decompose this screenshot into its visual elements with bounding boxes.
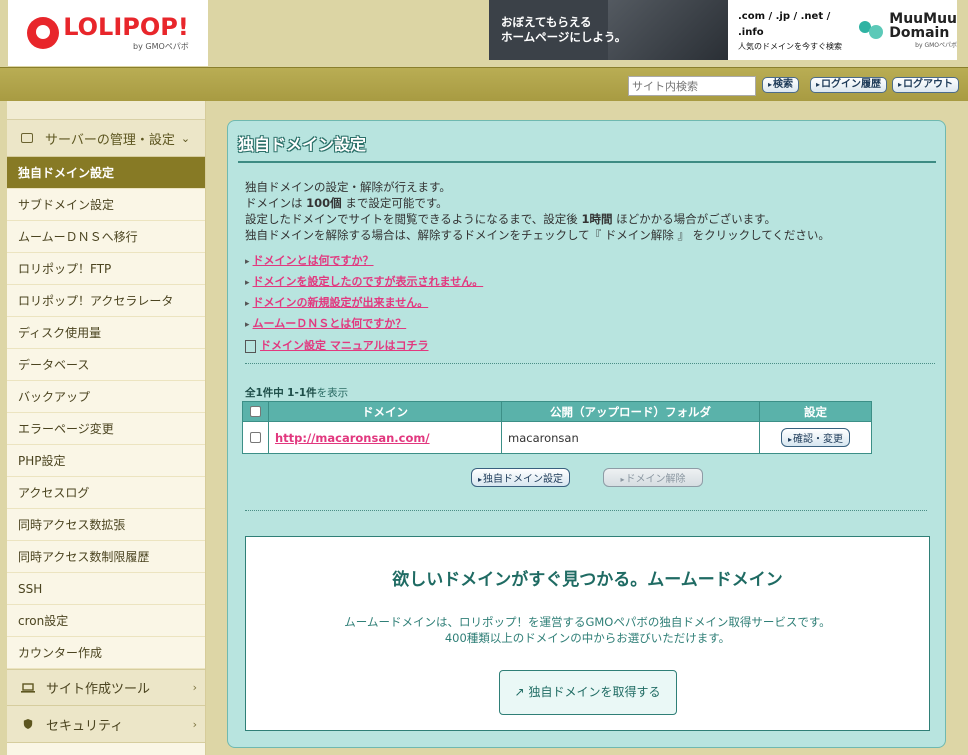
divider — [245, 510, 927, 511]
sidebar-item-ftp[interactable]: ロリポップ！FTP — [7, 253, 205, 285]
site-search-input[interactable] — [628, 76, 756, 96]
muumuu-logo-icon — [859, 19, 885, 41]
domain-settings-panel: 独自ドメイン設定 独自ドメインの設定・解除が行えます。 ドメインは 100個 ま… — [227, 120, 946, 748]
login-history-button[interactable]: ログイン履歴 — [810, 77, 888, 93]
intro-text: 独自ドメインの設定・解除が行えます。 ドメインは 100個 まで設定可能です。 … — [245, 180, 830, 242]
chevron-down-icon: ⌄ — [180, 131, 191, 145]
help-link-cannot-set[interactable]: ▸ ドメインの新規設定が出来ません。 — [245, 293, 483, 314]
muumuu-line2: Domain — [889, 24, 950, 41]
logo-text: LOLIPOP! — [63, 12, 189, 41]
domain-table: ドメイン 公開（アップロード）フォルダ 設定 http://macaronsan… — [242, 401, 872, 454]
link-marker-icon: ▸ — [245, 278, 250, 288]
document-icon — [245, 339, 256, 353]
col-domain: ドメイン — [268, 401, 502, 422]
sidebar-item-cron[interactable]: cron設定 — [7, 605, 205, 637]
help-links: ▸ ドメインとは何ですか？ ▸ ドメインを設定したのですが表示されません。 ▸ ドメイ… — [245, 251, 483, 335]
sidebar-item-custom-domain[interactable]: 独自ドメイン設定 — [7, 157, 205, 189]
sidebar-section-server[interactable]: サーバーの管理・設定 ⌄ — [7, 120, 205, 157]
lolipop-logo[interactable]: LOLIPOP! by GMOペパボ — [8, 0, 208, 66]
muumuu-sub: by GMOペパボ — [915, 41, 957, 49]
logo-sub: by GMOペパボ — [133, 41, 189, 51]
title-divider — [238, 161, 936, 163]
sidebar-item-subdomain[interactable]: サブドメイン設定 — [7, 189, 205, 221]
muumuu-promo: 欲しいドメインがすぐ見つかる。ムームードメイン ムームードメインは、ロリポップ！… — [245, 536, 930, 731]
header: LOLIPOP! by GMOペパボ おぼえてもらえる ホームページにしよう。 … — [0, 0, 968, 67]
sidebar-item-disk-usage[interactable]: ディスク使用量 — [7, 317, 205, 349]
banner-line1: おぼえてもらえる — [501, 15, 592, 29]
promo-line1: ムームードメインは、ロリポップ！を運営するGMOペパボの独自ドメイン取得サービス… — [344, 615, 831, 629]
banner-line2: ホームページにしよう。 — [501, 30, 627, 44]
sidebar-item-concurrent-expand[interactable]: 同時アクセス数拡張 — [7, 509, 205, 541]
link-marker-icon: ▸ — [245, 299, 250, 309]
sidebar-section-security[interactable]: セキュリティ › — [7, 706, 205, 743]
sidebar-section-label: セキュリティ — [46, 718, 124, 734]
shield-icon — [23, 719, 33, 729]
help-link-muumuu-dns[interactable]: ▸ ムームーＤＮＳとは何ですか？ — [245, 314, 483, 335]
help-link-not-displayed[interactable]: ▸ ドメインを設定したのですが表示されません。 — [245, 272, 483, 293]
col-settings: 設定 — [759, 401, 872, 422]
add-domain-button[interactable]: 独自ドメイン設定 — [471, 468, 571, 487]
sidebar-item-ssh[interactable]: SSH — [7, 573, 205, 605]
sidebar-item-accelerator[interactable]: ロリポップ！アクセラレータ — [7, 285, 205, 317]
sidebar: サーバーの管理・設定 ⌄ 独自ドメイン設定 サブドメイン設定 ムームーＤＮＳへ移… — [7, 101, 206, 755]
chevron-right-icon: › — [192, 681, 197, 694]
confirm-change-button[interactable]: 確認・変更 — [780, 428, 850, 447]
manual-link[interactable]: ドメイン設定 マニュアルはコチラ — [245, 337, 429, 353]
sidebar-section-site-tools[interactable]: サイト作成ツール › — [7, 669, 205, 706]
lolipop-logo-icon — [27, 17, 60, 49]
external-link-icon: ↗ — [514, 685, 525, 699]
laptop-icon — [21, 682, 35, 693]
domain-link[interactable]: http://macaronsan.com/ — [269, 431, 430, 445]
toolbar: 検索 ログイン履歴 ログアウト — [0, 67, 968, 101]
sidebar-section-label: サイト作成ツール — [46, 682, 151, 697]
logout-button[interactable]: ログアウト — [892, 77, 960, 93]
sidebar-item-counter[interactable]: カウンター作成 — [7, 637, 205, 669]
page-title: 独自ドメイン設定 — [238, 135, 367, 154]
sidebar-item-error-page[interactable]: エラーページ変更 — [7, 413, 205, 445]
promo-line2: 400種類以上のドメインの中からお選びいただけます。 — [444, 631, 731, 645]
banner-photo: おぼえてもらえる ホームページにしよう。 — [489, 0, 728, 60]
sidebar-item-access-log[interactable]: アクセスログ — [7, 477, 205, 509]
banner-tlds: .com / .jp / .net / .info — [738, 10, 831, 38]
promo-heading: 欲しいドメインがすぐ見つかる。ムームードメイン — [392, 570, 783, 590]
muumuu-line1: MuuMuu — [889, 10, 957, 27]
row-checkbox[interactable] — [250, 432, 261, 443]
chevron-right-icon: › — [192, 717, 197, 731]
sidebar-item-backup[interactable]: バックアップ — [7, 381, 205, 413]
sidebar-item-muumuu-dns[interactable]: ムームーＤＮＳへ移行 — [7, 221, 205, 253]
sidebar-item-database[interactable]: データベース — [7, 349, 205, 381]
sidebar-section-label: サーバーの管理・設定 — [45, 132, 175, 148]
server-icon — [21, 133, 33, 143]
search-button[interactable]: 検索 — [762, 77, 800, 93]
table-row: http://macaronsan.com/ macaronsan 確認・変更 — [242, 421, 872, 454]
select-all-checkbox[interactable] — [250, 406, 261, 417]
col-folder: 公開（アップロード）フォルダ — [501, 401, 760, 422]
sidebar-item-php[interactable]: PHP設定 — [7, 445, 205, 477]
sidebar-item-concurrent-history[interactable]: 同時アクセス数制限履歴 — [7, 541, 205, 573]
result-count: 全1件中 1-1件を表示 — [245, 387, 349, 399]
divider — [245, 363, 935, 364]
link-marker-icon: ▸ — [245, 320, 250, 330]
link-marker-icon: ▸ — [245, 257, 250, 267]
folder-cell: macaronsan — [501, 421, 760, 454]
banner-tagline: 人気のドメインを今すぐ検索 — [738, 41, 842, 51]
muumuu-banner[interactable]: おぼえてもらえる ホームページにしよう。 .com / .jp / .net /… — [489, 0, 957, 60]
help-link-what-is-domain[interactable]: ▸ ドメインとは何ですか？ — [245, 251, 483, 272]
get-domain-button[interactable]: ↗ 独自ドメインを取得する — [498, 670, 677, 715]
remove-domain-button[interactable]: ドメイン解除 — [603, 468, 703, 487]
